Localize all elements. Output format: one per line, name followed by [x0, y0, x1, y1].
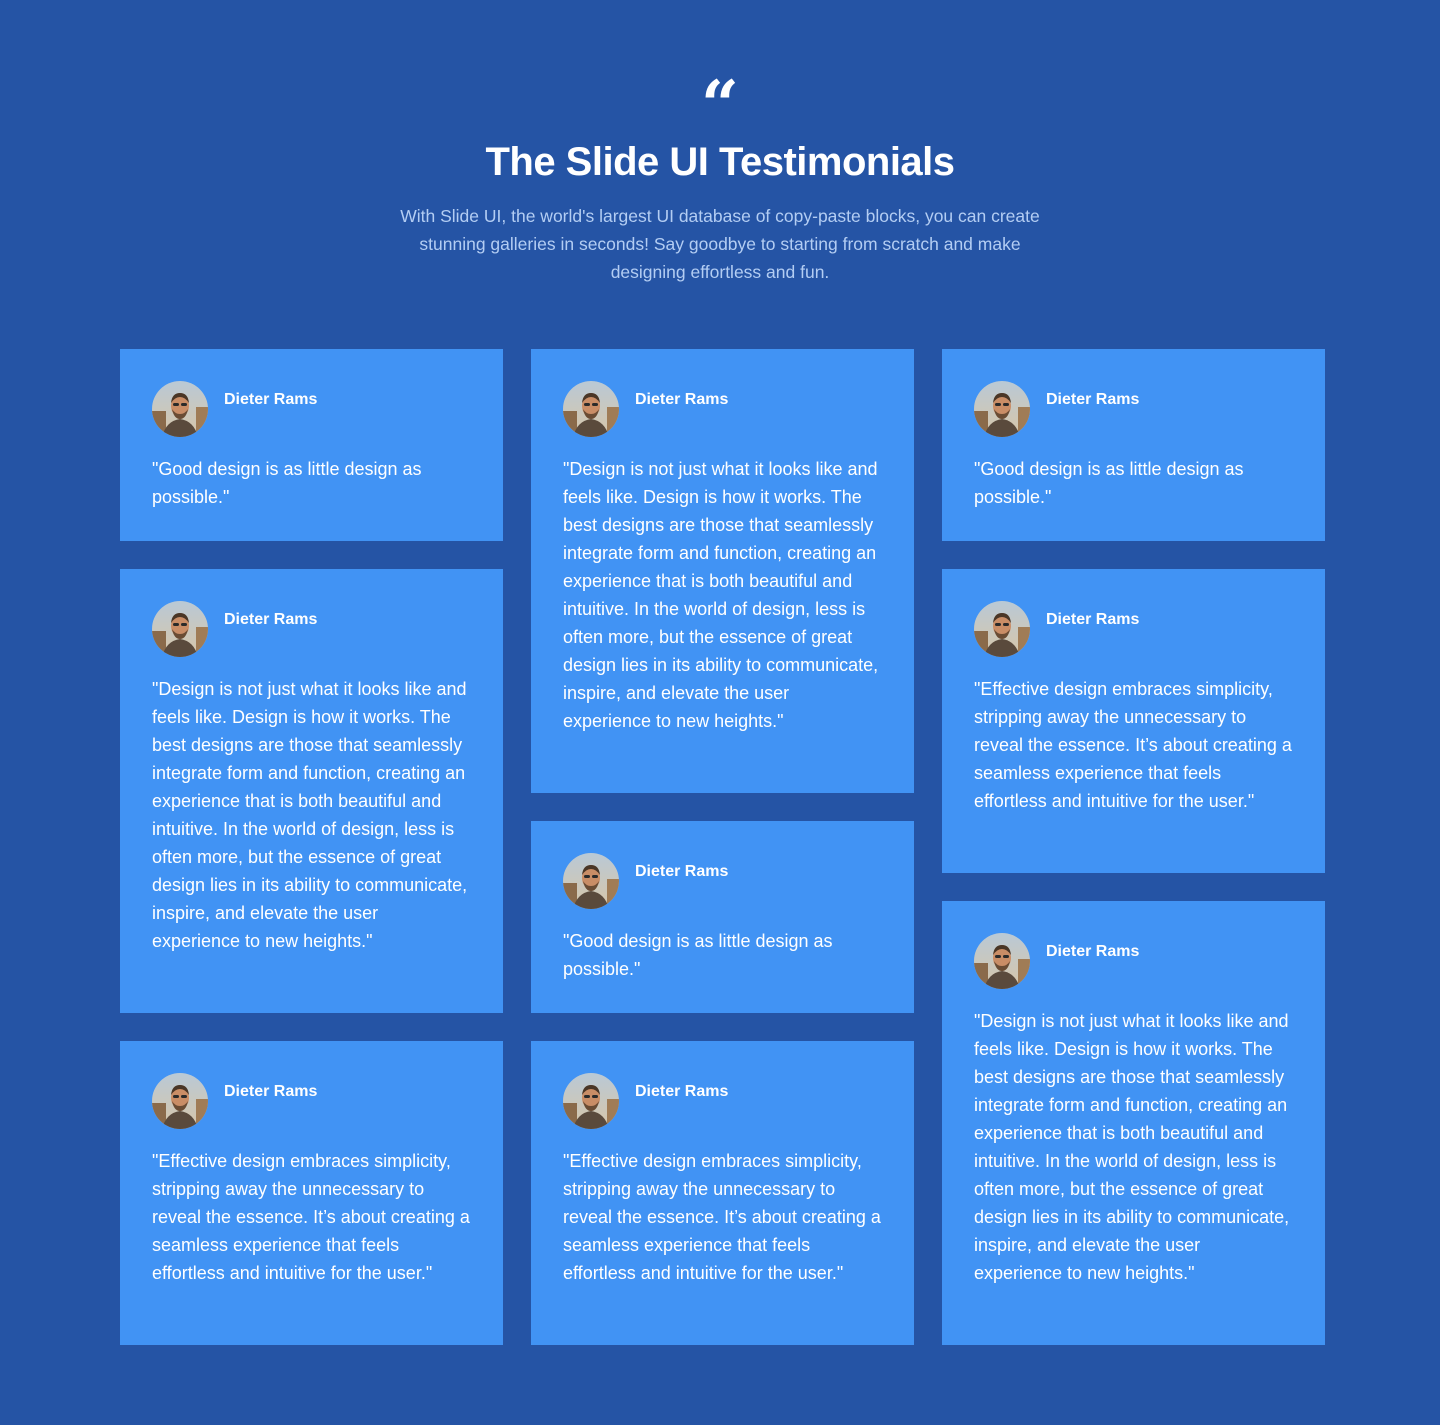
testimonial-card: Dieter Rams "Effective design embraces s… — [531, 1041, 914, 1345]
avatar — [974, 933, 1030, 989]
testimonial-card: Dieter Rams "Design is not just what it … — [942, 901, 1325, 1345]
testimonial-quote: "Effective design embraces simplicity, s… — [152, 1151, 470, 1283]
page-title: The Slide UI Testimonials — [485, 140, 955, 184]
avatar — [563, 853, 619, 909]
testimonial-card: Dieter Rams "Design is not just what it … — [531, 349, 914, 793]
avatar — [563, 1073, 619, 1129]
avatar — [152, 381, 208, 437]
author-name: Dieter Rams — [224, 391, 318, 408]
testimonial-quote: "Design is not just what it looks like a… — [152, 679, 468, 951]
author-name: Dieter Rams — [635, 1083, 729, 1100]
author-name: Dieter Rams — [1046, 611, 1140, 628]
author-name: Dieter Rams — [635, 391, 729, 408]
testimonial-card: Dieter Rams "Effective design embraces s… — [120, 1041, 503, 1345]
author-name: Dieter Rams — [635, 863, 729, 880]
author-name: Dieter Rams — [224, 1083, 318, 1100]
testimonial-quote: "Good design is as little design as poss… — [974, 459, 1244, 507]
testimonial-quote: "Effective design embraces simplicity, s… — [563, 1151, 881, 1283]
testimonial-card: Dieter Rams "Effective design embraces s… — [942, 569, 1325, 873]
testimonial-quote: "Design is not just what it looks like a… — [563, 459, 879, 731]
quote-icon: “ — [701, 72, 739, 116]
avatar — [152, 601, 208, 657]
testimonial-card: Dieter Rams "Good design is as little de… — [942, 349, 1325, 541]
author-name: Dieter Rams — [224, 611, 318, 628]
testimonial-card: Dieter Rams "Good design is as little de… — [120, 349, 503, 541]
testimonial-card: Dieter Rams "Good design is as little de… — [531, 821, 914, 1013]
author-name: Dieter Rams — [1046, 943, 1140, 960]
testimonial-quote: "Design is not just what it looks like a… — [974, 1011, 1290, 1283]
testimonial-quote: "Effective design embraces simplicity, s… — [974, 679, 1292, 811]
avatar — [974, 601, 1030, 657]
page-subtitle: With Slide UI, the world's largest UI da… — [400, 206, 1040, 282]
avatar — [152, 1073, 208, 1129]
avatar — [563, 381, 619, 437]
testimonial-card: Dieter Rams "Design is not just what it … — [120, 569, 503, 1013]
avatar — [974, 381, 1030, 437]
testimonial-quote: "Good design is as little design as poss… — [563, 931, 833, 979]
author-name: Dieter Rams — [1046, 391, 1140, 408]
testimonial-quote: "Good design is as little design as poss… — [152, 459, 422, 507]
